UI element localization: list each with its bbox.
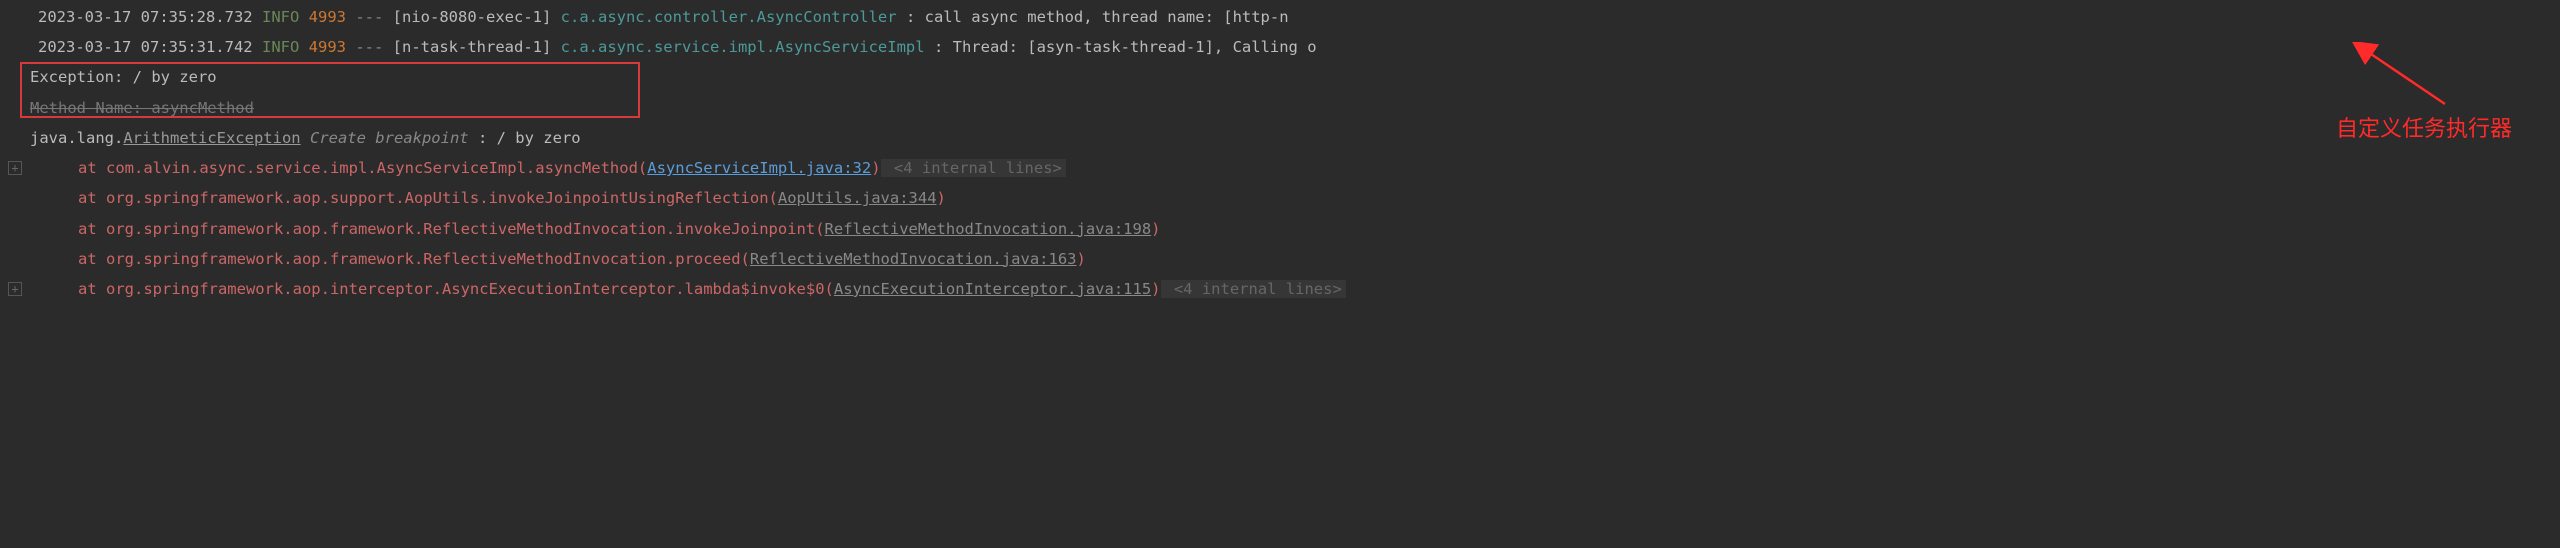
source-link[interactable]: AsyncServiceImpl.java:32 — [647, 159, 871, 177]
exception-class-line: java.lang.ArithmeticException Create bre… — [0, 123, 2560, 153]
log-timestamp: 2023-03-17 07:35:31.742 — [38, 38, 253, 56]
log-logger: c.a.async.controller.AsyncController — [561, 8, 897, 26]
stack-suffix: ) — [1151, 220, 1160, 238]
stack-frame: at org.springframework.aop.support.AopUt… — [0, 183, 2560, 213]
source-link[interactable]: AsyncExecutionInterceptor.java:115 — [834, 280, 1151, 298]
stack-suffix: ) — [1077, 250, 1086, 268]
log-logger: c.a.async.service.impl.AsyncServiceImpl — [561, 38, 925, 56]
log-thread: [nio-8080-exec-1] — [393, 8, 552, 26]
stack-frame: + at org.springframework.aop.interceptor… — [0, 274, 2560, 304]
log-line: 2023-03-17 07:35:28.732 INFO 4993 --- [n… — [0, 2, 2560, 32]
log-level: INFO — [262, 8, 299, 26]
stack-frame: at org.springframework.aop.framework.Ref… — [0, 214, 2560, 244]
exception-package: java.lang. — [30, 129, 123, 147]
stack-text: at org.springframework.aop.framework.Ref… — [78, 250, 750, 268]
expand-icon[interactable]: + — [8, 282, 22, 296]
source-link[interactable]: ReflectiveMethodInvocation.java:198 — [825, 220, 1152, 238]
stack-frame: + at com.alvin.async.service.impl.AsyncS… — [0, 153, 2560, 183]
stack-text: at org.springframework.aop.support.AopUt… — [78, 189, 778, 207]
log-pid: 4993 — [309, 38, 346, 56]
log-message: : call async method, thread name: [http-… — [906, 8, 1289, 26]
exception-message: : / by zero — [469, 129, 581, 147]
log-thread: [n-task-thread-1] — [393, 38, 552, 56]
internal-lines-hint[interactable]: <4 internal lines> — [881, 159, 1066, 177]
expand-icon[interactable]: + — [8, 161, 22, 175]
stack-suffix: ) — [937, 189, 946, 207]
stack-suffix: ) — [871, 159, 880, 177]
log-level: INFO — [262, 38, 299, 56]
log-dashes: --- — [355, 38, 383, 56]
log-dashes: --- — [355, 8, 383, 26]
stack-text: at org.springframework.aop.interceptor.A… — [78, 280, 834, 298]
method-name-line: Method Name: asyncMethod — [0, 93, 2560, 123]
exception-class-link[interactable]: ArithmeticException — [123, 129, 300, 147]
log-message: : Thread: [asyn-task-thread-1], Calling … — [934, 38, 1317, 56]
exception-text: Exception: / by zero — [0, 62, 2560, 92]
source-link[interactable]: ReflectiveMethodInvocation.java:163 — [750, 250, 1077, 268]
log-line: 2023-03-17 07:35:31.742 INFO 4993 --- [n… — [0, 32, 2560, 62]
stack-frame: at org.springframework.aop.framework.Ref… — [0, 244, 2560, 274]
stack-text: at org.springframework.aop.framework.Ref… — [78, 220, 825, 238]
source-link[interactable]: AopUtils.java:344 — [778, 189, 937, 207]
create-breakpoint-link[interactable]: Create breakpoint — [310, 129, 469, 147]
stack-suffix: ) — [1151, 280, 1160, 298]
internal-lines-hint[interactable]: <4 internal lines> — [1161, 280, 1346, 298]
log-timestamp: 2023-03-17 07:35:28.732 — [38, 8, 253, 26]
stack-text: at com.alvin.async.service.impl.AsyncSer… — [78, 159, 647, 177]
method-name-text: Method Name: asyncMethod — [30, 99, 254, 117]
log-pid: 4993 — [309, 8, 346, 26]
